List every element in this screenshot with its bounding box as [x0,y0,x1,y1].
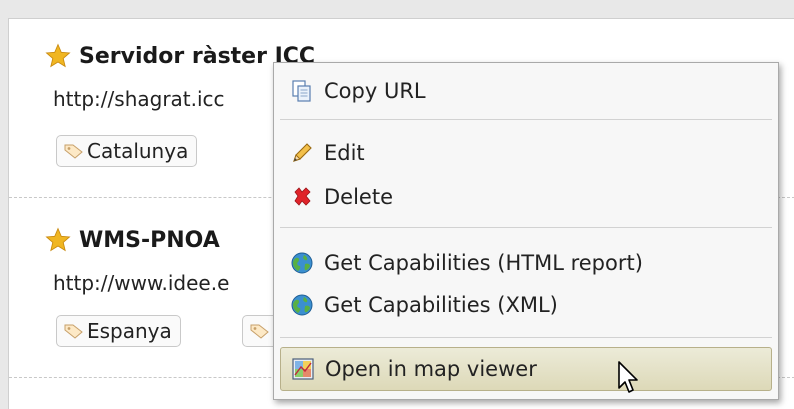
entry-title-row: WMS-PNOA [45,227,220,253]
menu-item-get-capabilities-xml[interactable]: Get Capabilities (XML) [280,285,772,325]
menu-separator [280,119,772,120]
globe-icon [291,294,313,316]
copy-icon [292,80,311,102]
tag-icon [64,324,83,339]
star-icon[interactable] [45,43,71,69]
menu-item-delete[interactable]: Delete [280,177,772,217]
menu-item-label: Delete [324,185,393,209]
tag-icon [250,324,269,339]
menu-item-edit[interactable]: Edit [280,133,772,173]
menu-item-label: Open in map viewer [325,357,537,381]
tag[interactable]: Catalunya [56,135,198,167]
tag-label: Espanya [87,319,172,343]
pencil-icon [293,143,312,162]
entry-title[interactable]: WMS-PNOA [79,228,220,253]
menu-item-copy-url[interactable]: Copy URL [280,71,772,111]
menu-item-label: Copy URL [324,79,426,103]
context-menu: Copy URL Edit Delete Get Capabilities (H… [273,62,779,400]
menu-item-open-in-map-viewer[interactable]: Open in map viewer [280,347,772,391]
delete-x-icon [294,187,311,206]
tag-label: Catalunya [87,139,189,163]
menu-item-label: Get Capabilities (HTML report) [324,251,643,275]
entry-url: http://shagrat.icc [53,87,225,111]
mouse-pointer-icon [618,361,638,393]
menu-item-label: Get Capabilities (XML) [324,293,558,317]
menu-item-label: Edit [324,141,365,165]
menu-separator [280,337,772,338]
menu-item-get-capabilities-html[interactable]: Get Capabilities (HTML report) [280,243,772,283]
entry-url: http://www.idee.e [53,271,230,295]
tag-icon [64,144,83,159]
menu-separator [280,227,772,228]
tag[interactable]: Espanya [56,315,181,347]
map-icon [292,358,314,380]
globe-icon [291,252,313,274]
star-icon[interactable] [45,227,71,253]
